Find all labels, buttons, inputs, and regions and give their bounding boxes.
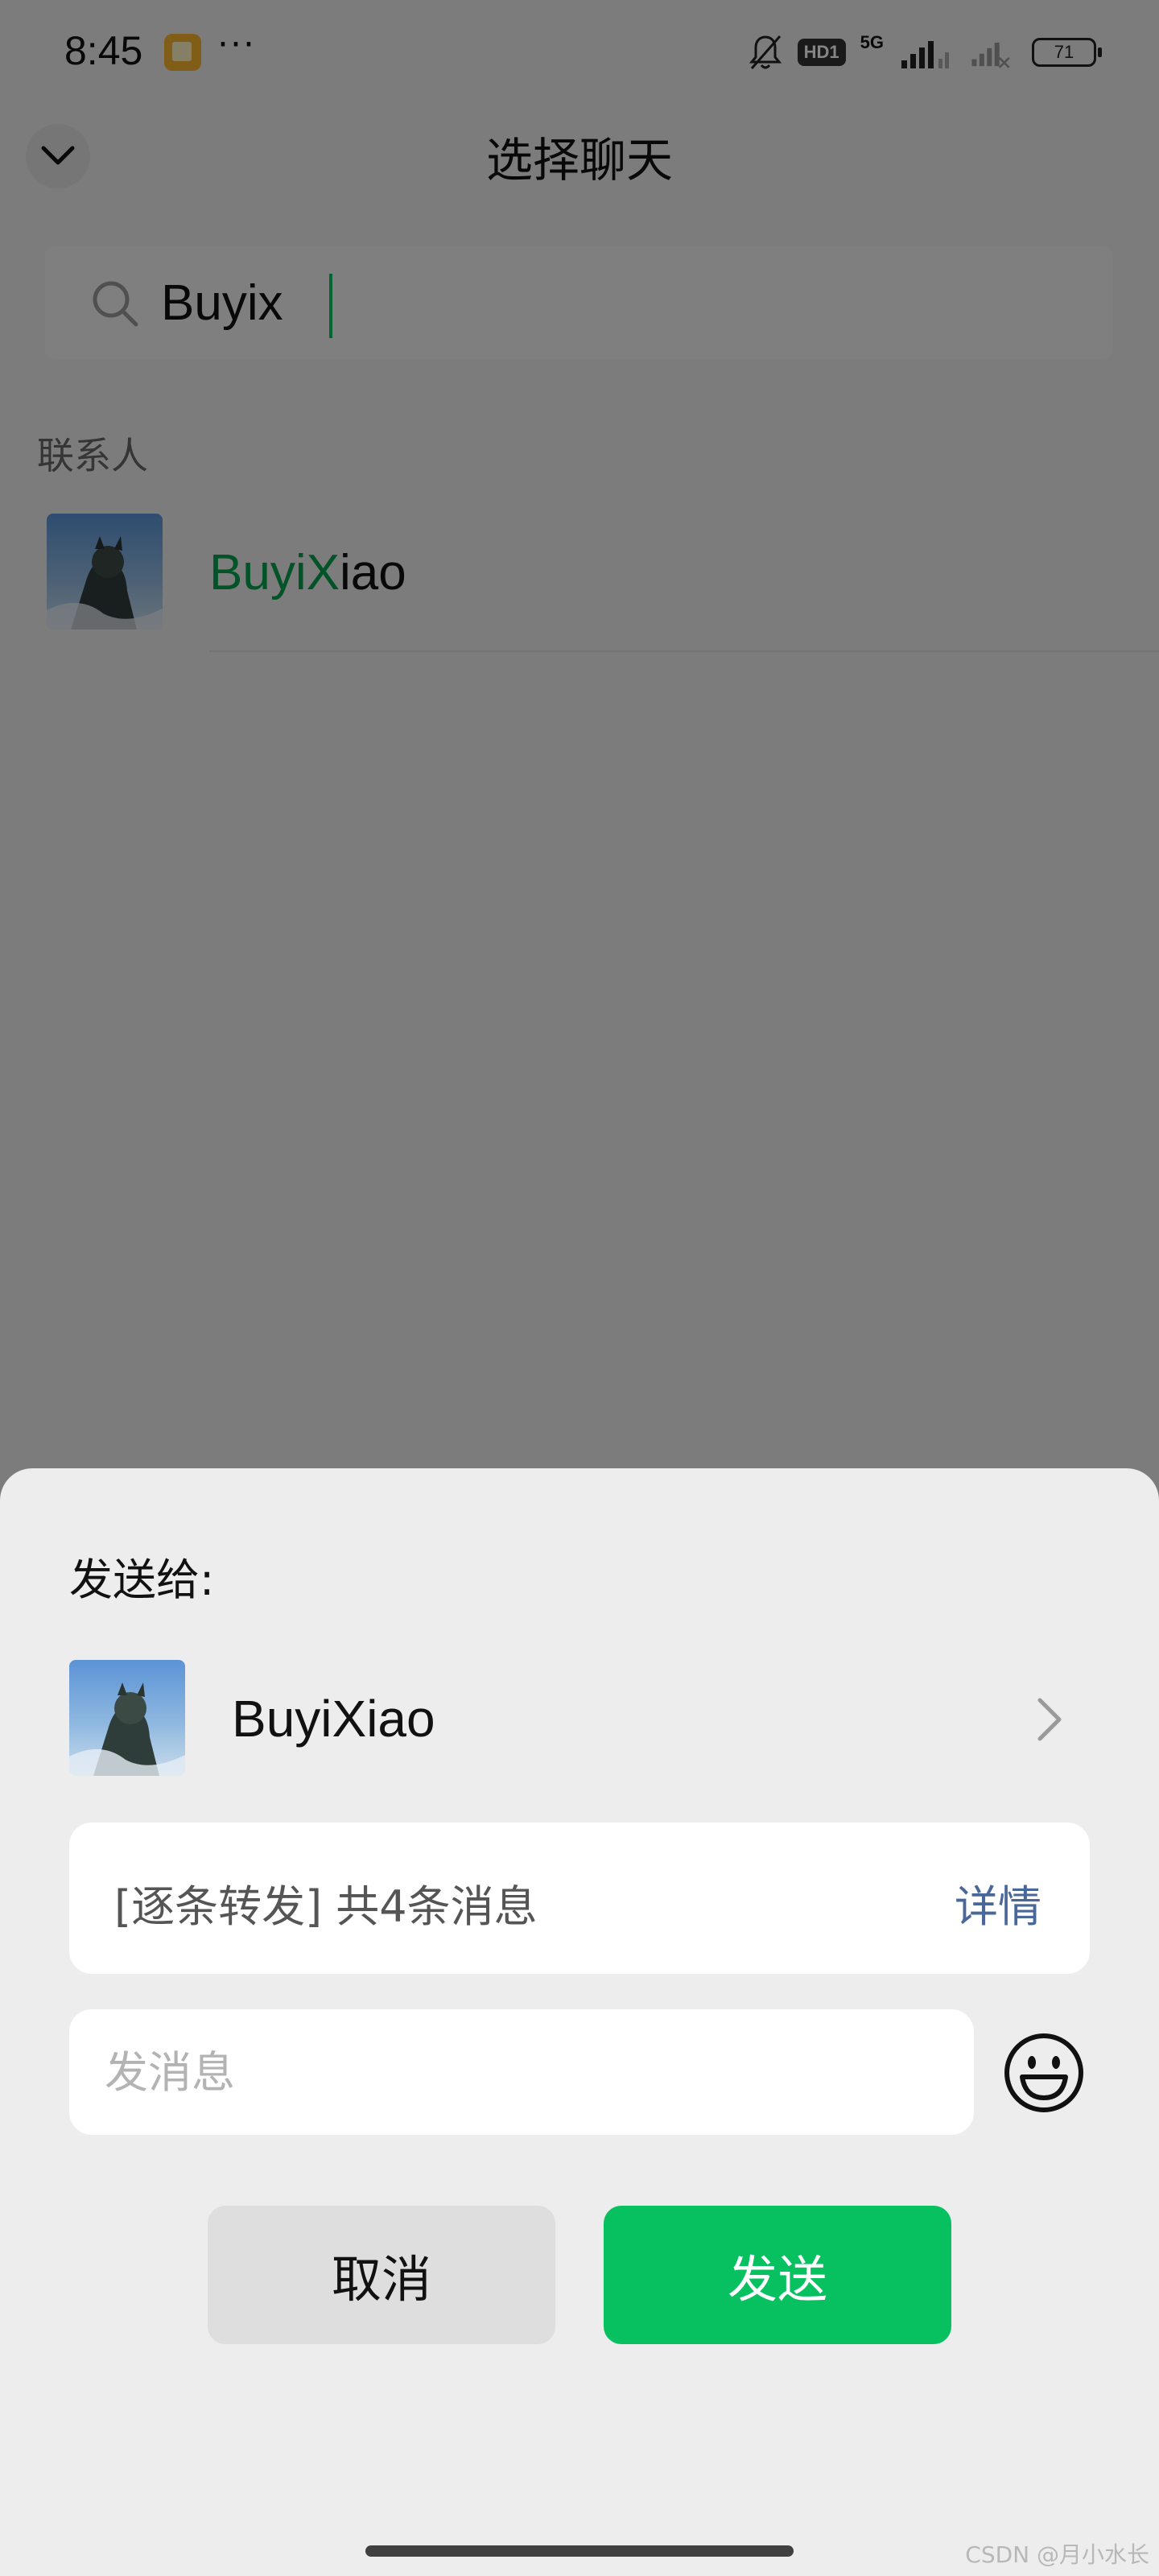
send-button[interactable]: 发送 <box>604 2206 951 2344</box>
details-link[interactable]: 详情 <box>955 1871 1041 1934</box>
cancel-button[interactable]: 取消 <box>208 2206 555 2344</box>
forward-summary-card: [逐条转发] 共4条消息 详情 <box>69 1823 1090 1974</box>
emoji-icon[interactable] <box>1000 2029 1088 2117</box>
recipient-name: BuyiXiao <box>232 1690 435 1748</box>
chevron-right-icon <box>1037 1698 1062 1741</box>
forward-summary: [逐条转发] 共4条消息 <box>114 1881 538 1932</box>
message-input[interactable] <box>105 2038 942 2106</box>
avatar <box>69 1660 185 1776</box>
app-screen: 8:45 ··· HD1 5G 71 选择聊天 Buyix 联系人 BuyiXi… <box>0 0 1159 2576</box>
send-to-sheet: 发送给: BuyiXiao [逐条转发] 共4条消息 详情 发消息 取消 发送 <box>0 1468 1159 2576</box>
recipient-row[interactable]: BuyiXiao <box>69 1660 1090 1776</box>
message-input-box[interactable] <box>69 2009 974 2135</box>
watermark: CSDN @月小水长 <box>965 2541 1149 2568</box>
home-indicator[interactable] <box>365 2545 794 2557</box>
sheet-title: 发送给: <box>69 1554 215 1605</box>
